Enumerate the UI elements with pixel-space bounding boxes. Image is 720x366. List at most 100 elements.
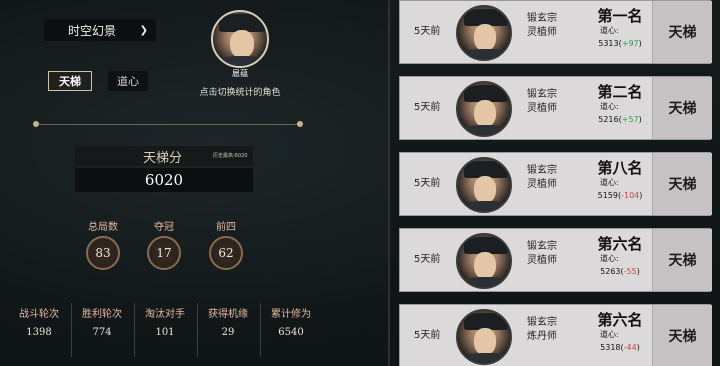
stat-value: 101 [155,327,175,338]
stat-label: 胜利轮次 [82,309,122,320]
stat-value: 29 [221,327,235,338]
match-avatar [456,233,512,289]
match-rank: 第六名 [597,235,643,253]
match-sect-name: 锻玄宗 [527,241,557,252]
chevron-down-icon: ❯ [139,24,148,36]
match-role: 灵植师 [527,103,557,114]
ladder-score-label: 天梯分 [143,151,183,166]
match-time: 5天前 [414,102,441,113]
avatar-body [462,353,510,363]
match-mode: 天梯 [652,153,712,215]
ladder-score-value: 6020 [75,168,253,192]
stat-label: 获得机缘 [208,309,248,320]
stat-opportunities: 获得机缘 29 [198,305,258,338]
mode-dropdown-value: 时空幻景 [68,23,117,38]
match-row[interactable]: 5天前 锻玄宗 灵植师 第六名 道心: 5263(-55) 天梯 [399,228,712,292]
stat-eliminations: 淘汰对手 101 [135,305,195,338]
divider [33,121,303,127]
daoxin-label: 道心: [600,330,619,339]
stat-win-rounds: 胜利轮次 774 [72,305,132,338]
match-time: 5天前 [414,330,441,341]
avatar-body [462,201,510,211]
match-sect: 锻玄宗 灵植师 [527,164,557,192]
stat-label: 累计修为 [271,309,311,320]
match-rank: 第六名 [597,311,643,329]
match-time: 5天前 [414,178,441,189]
avatar-face [230,30,254,58]
stats-panel: 时空幻景 ❯ 扈蕴 点击切换统计的角色 天梯 道心 天梯分 历史最高:6020 … [0,0,330,366]
daoxin-delta: +97 [621,39,639,48]
match-time: 5天前 [414,26,441,37]
character-name: 扈蕴 [232,69,248,78]
match-avatar [456,309,512,365]
match-rank: 第二名 [597,83,643,101]
stat-value-wins: 17 [147,236,181,270]
stat-label: 淘汰对手 [145,309,185,320]
match-sect: 锻玄宗 灵植师 [527,240,557,268]
match-mode: 天梯 [652,229,712,291]
stat-battle-rounds: 战斗轮次 1398 [9,305,69,338]
character-avatar[interactable] [211,10,269,68]
match-sect: 锻玄宗 灵植师 [527,12,557,40]
match-sect-name: 锻玄宗 [527,89,557,100]
daoxin-number: 5159 [597,191,618,200]
daoxin-value: 5313(+97) [598,39,642,48]
match-mode: 天梯 [652,77,712,139]
daoxin-delta: -104 [621,191,640,200]
daoxin-value: 5263(-55) [600,267,640,276]
avatar-face [474,252,496,279]
match-sect: 锻玄宗 灵植师 [527,88,557,116]
match-sect-name: 锻玄宗 [527,13,557,24]
stat-value: 1398 [26,327,52,338]
match-avatar [456,5,512,61]
tab-daoxin[interactable]: 道心 [108,71,148,91]
match-sect-name: 锻玄宗 [527,317,557,328]
stat-value: 6540 [278,327,304,338]
match-row[interactable]: 5天前 锻玄宗 炼丹师 第六名 道心: 5318(-44) 天梯 [399,304,712,366]
daoxin-value: 5216(+57) [598,115,642,124]
daoxin-delta: +57 [621,115,639,124]
match-sect-name: 锻玄宗 [527,165,557,176]
match-row[interactable]: 5天前 锻玄宗 灵植师 第八名 道心: 5159(-104) 天梯 [399,152,712,216]
avatar-body [462,49,510,59]
stat-label-total: 总局数 [88,222,118,233]
daoxin-label: 道心: [600,102,619,111]
avatar-face [474,24,496,51]
mode-dropdown[interactable]: 时空幻景 ❯ [44,19,156,41]
tab-ladder[interactable]: 天梯 [48,71,92,91]
match-time: 5天前 [414,254,441,265]
daoxin-value: 5318(-44) [600,343,640,352]
history-best: 历史最高:6020 [213,153,248,159]
match-rank: 第八名 [597,159,643,177]
daoxin-number: 5216 [598,115,619,124]
match-role: 灵植师 [527,255,557,266]
avatar-face [474,328,496,355]
match-rank: 第一名 [597,7,643,25]
daoxin-number: 5263 [600,267,621,276]
daoxin-label: 道心: [600,26,619,35]
daoxin-delta: -44 [623,343,637,352]
stat-label-wins: 夺冠 [154,222,174,233]
match-role: 灵植师 [527,179,557,190]
avatar-face [474,100,496,127]
stat-label-top4: 前四 [216,222,236,233]
divider-dot-left [33,121,39,127]
match-role: 炼丹师 [527,331,557,342]
avatar-face [474,176,496,203]
match-row[interactable]: 5天前 锻玄宗灵植师 第一名 道心: 5313(+97) 天梯 [399,0,712,64]
stat-label: 战斗轮次 [19,309,59,320]
avatar-body [462,277,510,287]
avatar-body [462,125,510,135]
daoxin-value: 5159(-104) [597,191,643,200]
match-sect: 锻玄宗 炼丹师 [527,316,557,344]
stat-value-total: 83 [86,236,120,270]
match-role: 灵植师 [527,27,557,38]
match-avatar [456,81,512,137]
stat-value: 774 [92,327,112,338]
match-mode: 天梯 [652,1,712,63]
match-row[interactable]: 5天前 锻玄宗灵植师 第二名 道心: 5216(+57) 天梯 [399,76,712,140]
match-avatar [456,157,512,213]
avatar-body [217,56,267,66]
daoxin-number: 5318 [600,343,621,352]
stat-cultivation: 累计修为 6540 [261,305,321,338]
